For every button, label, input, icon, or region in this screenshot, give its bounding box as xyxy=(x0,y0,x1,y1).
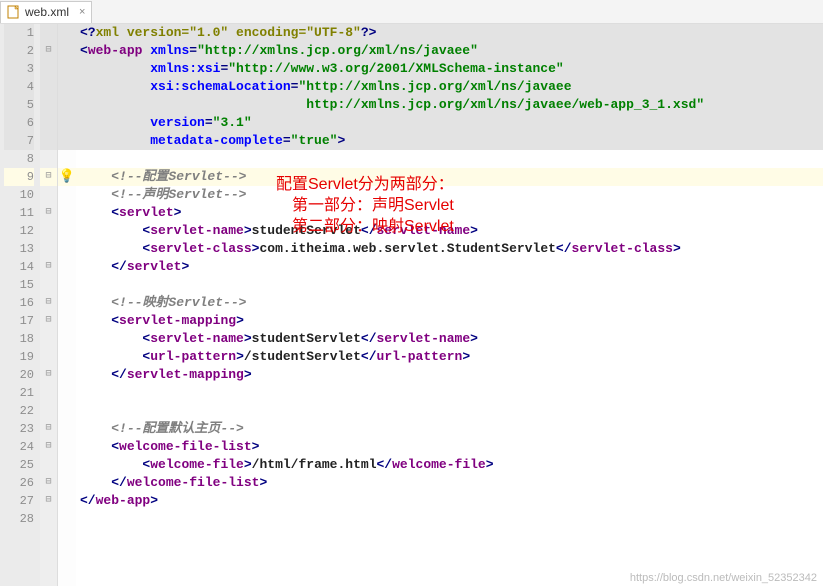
code-editor[interactable]: 1234567891011121314151617181920212223242… xyxy=(0,24,823,586)
watermark: https://blog.csdn.net/weixin_52352342 xyxy=(630,572,817,584)
code-line: <!--映射Servlet--> xyxy=(76,294,823,312)
tab-bar: web.xml × xyxy=(0,0,823,24)
code-line xyxy=(76,276,823,294)
code-line xyxy=(76,150,823,168)
code-line: <!--配置默认主页--> xyxy=(76,420,823,438)
code-line: </servlet> xyxy=(76,258,823,276)
line-number-gutter: 1234567891011121314151617181920212223242… xyxy=(0,24,40,586)
code-line: <servlet-mapping> xyxy=(76,312,823,330)
bulb-icon[interactable]: 💡 xyxy=(59,169,75,184)
code-line: </web-app> xyxy=(76,492,823,510)
code-line: <url-pattern>/studentServlet</url-patter… xyxy=(76,348,823,366)
fold-column: ⊟⊟⊟⊟⊟⊟⊟⊟⊟⊟⊟ xyxy=(40,24,58,586)
code-line: <servlet-name>studentServlet</servlet-na… xyxy=(76,330,823,348)
code-line: version="3.1" xyxy=(76,114,823,132)
code-line xyxy=(76,402,823,420)
annotation-text-3: 第二部分：映射Servlet xyxy=(292,212,454,236)
icon-column: 💡 xyxy=(58,24,76,586)
code-line: xsi:schemaLocation="http://xmlns.jcp.org… xyxy=(76,78,823,96)
code-area[interactable]: <?xml version="1.0" encoding="UTF-8"?> <… xyxy=(76,24,823,586)
xml-file-icon xyxy=(7,5,21,19)
code-line: <servlet-class>com.itheima.web.servlet.S… xyxy=(76,240,823,258)
code-line xyxy=(76,510,823,528)
code-line: <web-app xmlns="http://xmlns.jcp.org/xml… xyxy=(76,42,823,60)
code-line: <welcome-file>/html/frame.html</welcome-… xyxy=(76,456,823,474)
code-line: </servlet-mapping> xyxy=(76,366,823,384)
code-line: </welcome-file-list> xyxy=(76,474,823,492)
tab-filename: web.xml xyxy=(25,5,69,19)
code-line: <?xml version="1.0" encoding="UTF-8"?> xyxy=(76,24,823,42)
code-line: xmlns:xsi="http://www.w3.org/2001/XMLSch… xyxy=(76,60,823,78)
editor-tab[interactable]: web.xml × xyxy=(0,1,92,23)
code-line: metadata-complete="true"> xyxy=(76,132,823,150)
code-line: <welcome-file-list> xyxy=(76,438,823,456)
code-line xyxy=(76,384,823,402)
code-line: http://xmlns.jcp.org/xml/ns/javaee/web-a… xyxy=(76,96,823,114)
close-icon[interactable]: × xyxy=(79,6,85,18)
